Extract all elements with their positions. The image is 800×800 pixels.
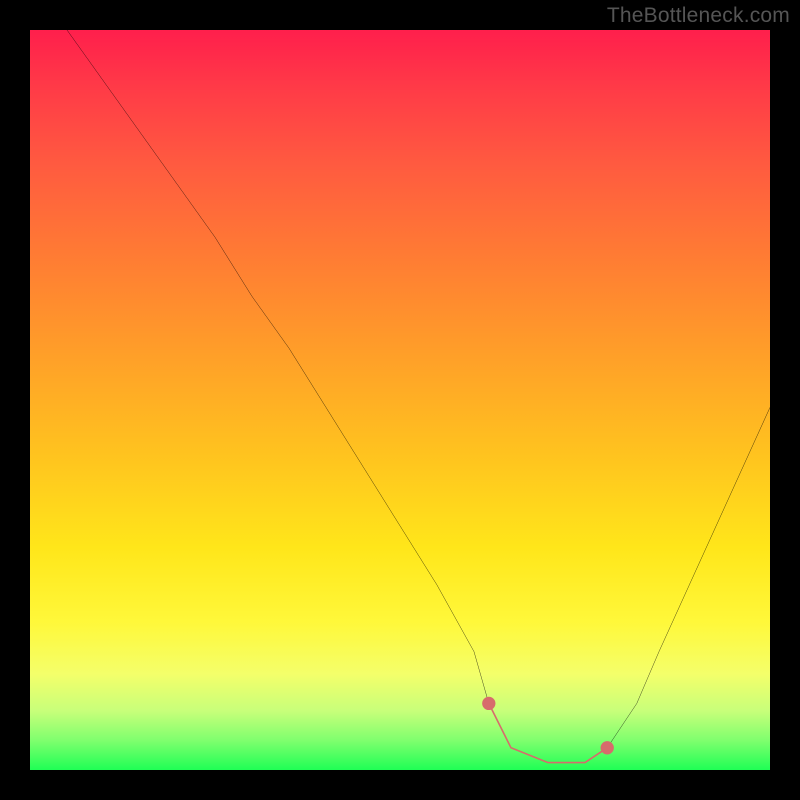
highlight-dot-right <box>601 741 614 754</box>
watermark-text: TheBottleneck.com <box>607 4 790 28</box>
chart-svg <box>30 30 770 770</box>
highlight-dot-left <box>482 697 495 710</box>
bottleneck-curve-path <box>67 30 770 763</box>
chart-frame: TheBottleneck.com <box>0 0 800 800</box>
plot-area <box>30 30 770 770</box>
highlight-segment-path <box>489 703 607 762</box>
